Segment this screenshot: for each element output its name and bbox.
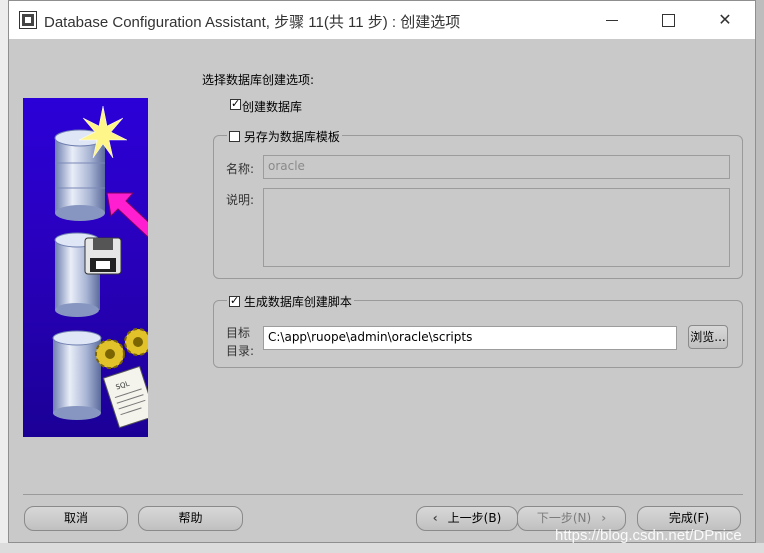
database-illustration-icon: SQL bbox=[52, 105, 148, 429]
maximize-icon bbox=[661, 14, 675, 27]
maximize-button[interactable] bbox=[641, 1, 695, 39]
generate-scripts-checkbox[interactable] bbox=[229, 294, 240, 307]
section-label: 选择数据库创建选项: bbox=[202, 73, 315, 87]
back-button-label: 上一步(B) bbox=[447, 511, 502, 525]
background-edge-bottom bbox=[0, 543, 764, 553]
title-bar: Database Configuration Assistant, 步骤 11(… bbox=[9, 1, 755, 39]
back-button[interactable]: ‹ 上一步(B) bbox=[416, 506, 518, 531]
cancel-button[interactable]: 取消 bbox=[24, 506, 128, 531]
template-name-field[interactable]: oracle bbox=[263, 155, 730, 179]
template-name-label: 名称: bbox=[226, 162, 255, 176]
dialog-window: Database Configuration Assistant, 步骤 11(… bbox=[8, 0, 756, 543]
target-dir-label-line2: 目录: bbox=[226, 344, 255, 358]
footer-separator bbox=[23, 494, 743, 495]
watermark-text: https://blog.csdn.net/DPnice bbox=[555, 527, 742, 544]
template-description-field[interactable] bbox=[263, 188, 730, 267]
help-button[interactable]: 帮助 bbox=[138, 506, 243, 531]
template-description-label: 说明: bbox=[226, 193, 255, 207]
app-icon bbox=[19, 11, 37, 29]
wizard-illustration: SQL bbox=[23, 98, 148, 437]
save-template-legend: 另存为数据库模板 bbox=[227, 128, 342, 144]
close-button[interactable]: ✕ bbox=[698, 1, 752, 39]
target-dir-label-line1: 目标 bbox=[226, 326, 251, 340]
generate-scripts-legend: 生成数据库创建脚本 bbox=[227, 293, 354, 309]
minimize-button[interactable] bbox=[585, 1, 639, 39]
next-button-label: 下一步(N) bbox=[536, 511, 592, 525]
minimize-icon bbox=[606, 20, 618, 21]
chevron-left-icon: ‹ bbox=[432, 511, 438, 525]
window-title: Database Configuration Assistant, 步骤 11(… bbox=[44, 14, 461, 31]
save-template-label: 另存为数据库模板 bbox=[243, 130, 340, 144]
browse-button[interactable]: 浏览... bbox=[688, 325, 728, 349]
background-edge-left bbox=[0, 0, 8, 553]
create-database-checkbox[interactable] bbox=[230, 97, 241, 110]
generate-scripts-label: 生成数据库创建脚本 bbox=[243, 295, 352, 309]
close-icon: ✕ bbox=[718, 10, 732, 29]
create-database-label: 创建数据库 bbox=[242, 100, 303, 114]
target-directory-input[interactable]: C:\app\ruope\admin\oracle\scripts bbox=[263, 326, 677, 350]
save-template-checkbox[interactable] bbox=[229, 131, 240, 142]
